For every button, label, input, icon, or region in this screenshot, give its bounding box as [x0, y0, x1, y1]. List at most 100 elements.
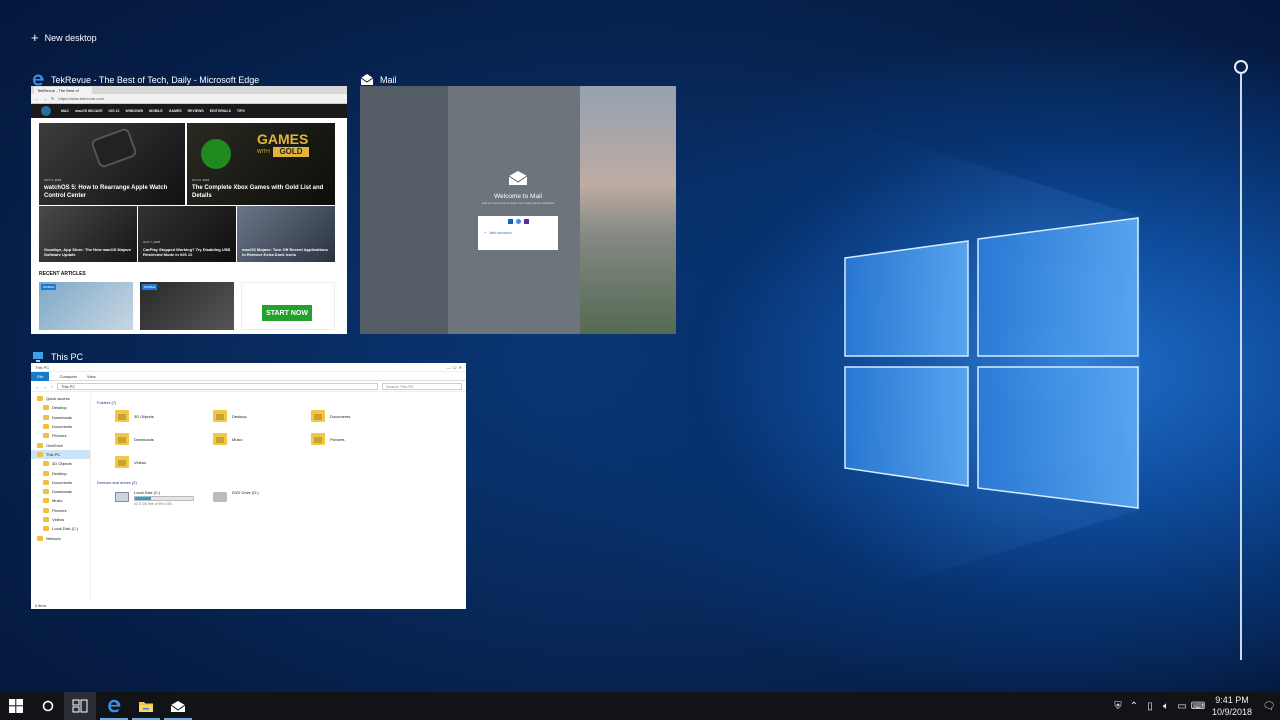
nav-item[interactable]: Documents: [31, 478, 90, 487]
featured-card-watchos[interactable]: OCT 9, 2018 watchOS 5: How to Rearrange …: [39, 123, 185, 205]
nav-item[interactable]: OneDrive: [31, 440, 90, 449]
back-icon[interactable]: ←: [35, 96, 39, 101]
folder-tile[interactable]: Documents: [311, 410, 350, 422]
ribbon-tab-file[interactable]: File: [31, 371, 50, 381]
security-icon[interactable]: ⛨: [1110, 692, 1126, 720]
nav-item[interactable]: MOBILE: [149, 109, 163, 113]
nav-item[interactable]: 3D Objects: [31, 459, 90, 468]
taskbar-mail[interactable]: [162, 692, 194, 720]
up-icon[interactable]: ↑: [51, 384, 53, 389]
nav-item[interactable]: Videos: [31, 515, 90, 524]
drive-d-tile[interactable]: DVD Drive (D:): [213, 490, 259, 502]
nav-item[interactable]: Quick access: [31, 394, 90, 403]
folder-tile[interactable]: Desktop: [213, 410, 247, 422]
card-date: OCT 7, 2018: [143, 240, 161, 245]
cortana-button[interactable]: [32, 692, 64, 720]
edge-url[interactable]: https://www.tekrevue.com: [58, 96, 148, 101]
show-hidden-icons-icon[interactable]: ⌃: [1126, 692, 1142, 720]
clock-time: 9:41 PM: [1215, 695, 1249, 705]
nav-item[interactable]: EDITORIALS: [210, 109, 231, 113]
taskbar-file-explorer[interactable]: [130, 692, 162, 720]
ad-card[interactable]: START NOW: [241, 282, 335, 330]
cortana-icon: [42, 700, 54, 712]
nav-item[interactable]: Pictures: [31, 506, 90, 515]
forward-icon[interactable]: →: [43, 96, 47, 101]
nav-item-label: Videos: [52, 517, 65, 522]
timeline-track[interactable]: [1240, 74, 1242, 660]
provider-icons: [478, 216, 558, 224]
usb-icon[interactable]: ▯: [1142, 692, 1158, 720]
yahoo-icon: [523, 219, 529, 224]
nav-item-label: 3D Objects: [52, 461, 72, 467]
ribbon-tab-view[interactable]: View: [87, 374, 96, 379]
window-title-text: Mail: [380, 75, 397, 85]
taskbar-edge[interactable]: [98, 692, 130, 720]
featured-card-appstore[interactable]: Goodbye, App Store: The New macOS Mojave…: [39, 206, 137, 262]
ribbon-tabs: File Computer View: [31, 371, 466, 381]
new-desktop-button[interactable]: + New desktop: [31, 31, 97, 44]
xbox-icon: [201, 139, 231, 169]
nav-item[interactable]: TIPS: [237, 109, 245, 113]
nav-item[interactable]: Downloads: [31, 487, 90, 496]
drive-c-tile[interactable]: Local Disk (C:) 42.5 GB free of 59.0 GB: [115, 490, 194, 506]
folder-tile[interactable]: Music: [213, 433, 242, 445]
recent-card[interactable]: MOBILE: [140, 282, 234, 330]
nav-item[interactable]: Network: [31, 533, 90, 542]
folder-label: Pictures: [330, 436, 345, 442]
nav-item[interactable]: Desktop: [31, 468, 90, 477]
featured-card-mojave[interactable]: macOS Mojave: Turn Off Recent Applicatio…: [237, 206, 335, 262]
start-now-button[interactable]: START NOW: [262, 305, 312, 321]
nav-item[interactable]: MAC: [61, 109, 69, 113]
refresh-icon[interactable]: ↻: [51, 96, 54, 101]
folder-icon: [43, 526, 49, 532]
nav-item[interactable]: iOS 12: [109, 109, 120, 113]
window-thumbnail-explorer[interactable]: This PC This PC — ☐ ✕ File Computer View…: [31, 352, 466, 609]
nav-item[interactable]: WINDOWS: [125, 109, 143, 113]
nav-item[interactable]: Downloads: [31, 413, 90, 422]
add-account-button[interactable]: + Add account: [484, 230, 558, 235]
folder-tile[interactable]: 3D Objects: [115, 410, 154, 422]
start-button[interactable]: [0, 692, 32, 720]
site-nav: MAC macOS MOJAVE iOS 12 WINDOWS MOBILE G…: [31, 104, 347, 118]
nav-item[interactable]: Desktop: [31, 403, 90, 412]
forward-icon[interactable]: →: [43, 384, 47, 389]
edge-tab[interactable]: TekRevue - The Best of: [34, 87, 92, 94]
nav-item[interactable]: REVIEWS: [188, 109, 204, 113]
folder-icon: [43, 414, 49, 420]
nav-item[interactable]: Local Disk (C:): [31, 524, 90, 533]
window-title-explorer: This PC: [31, 350, 83, 364]
network-icon[interactable]: ▭: [1174, 692, 1190, 720]
nav-item[interactable]: Pictures: [31, 431, 90, 440]
nav-item[interactable]: Documents: [31, 422, 90, 431]
nav-item[interactable]: This PC: [31, 449, 90, 460]
nav-item[interactable]: macOS MOJAVE: [75, 109, 103, 113]
recent-card[interactable]: MOBILE: [39, 282, 133, 330]
ribbon-tab-computer[interactable]: Computer: [59, 374, 77, 379]
folder-tile[interactable]: Pictures: [311, 433, 344, 445]
window-thumbnail-mail[interactable]: Mail Welcome to Mail Add your accounts t…: [360, 74, 676, 334]
clock[interactable]: 9:41 PM 10/9/2018: [1206, 694, 1258, 718]
edge-tabbar: TekRevue - The Best of: [31, 86, 347, 94]
folder-tile[interactable]: Videos: [115, 456, 146, 468]
category-tag: MOBILE: [142, 284, 158, 290]
notifications-icon[interactable]: 🗨︎: [1258, 692, 1280, 720]
window-controls[interactable]: — ☐ ✕: [447, 365, 462, 370]
edge-icon: [108, 699, 121, 713]
timeline-knob[interactable]: [1234, 60, 1248, 74]
featured-card-carplay[interactable]: OCT 7, 2018 CarPlay Stopped Working? Try…: [138, 206, 236, 262]
drive-label: DVD Drive (D:): [232, 490, 259, 495]
address-bar[interactable]: This PC: [57, 382, 378, 390]
folder-tile[interactable]: Downloads: [115, 433, 154, 445]
window-title-mail: Mail: [360, 73, 397, 87]
back-icon[interactable]: ←: [35, 384, 39, 389]
volume-icon[interactable]: 🔈︎: [1158, 692, 1174, 720]
mail-content: Welcome to Mail Add your accounts to kee…: [360, 86, 676, 334]
window-thumbnail-edge[interactable]: TekRevue - The Best of Tech, Daily - Mic…: [31, 74, 347, 334]
task-view-button[interactable]: [64, 692, 96, 720]
search-input[interactable]: Search This PC: [382, 382, 462, 390]
edge-content: TekRevue - The Best of ← → ↻ https://www…: [31, 86, 347, 334]
nav-item[interactable]: GAMES: [169, 109, 182, 113]
ime-icon[interactable]: ⌨︎: [1190, 692, 1206, 720]
featured-card-xbox[interactable]: GAMES WITH GOLD OCT 8, 2018 The Complete…: [187, 123, 335, 205]
nav-item[interactable]: Music: [31, 496, 90, 505]
